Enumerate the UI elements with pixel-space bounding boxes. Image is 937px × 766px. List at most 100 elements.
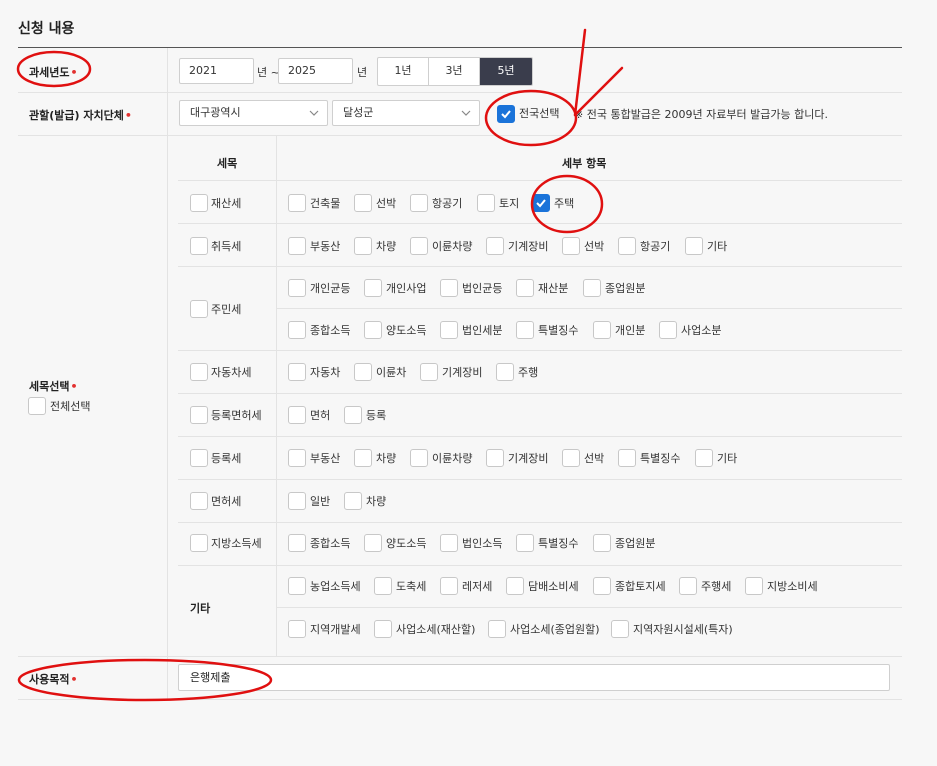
item-checkbox[interactable] — [486, 237, 504, 255]
item-checkbox[interactable] — [288, 237, 306, 255]
item-checkbox[interactable] — [593, 577, 611, 595]
item-label: 레저세 — [462, 580, 493, 593]
purpose-input[interactable]: 은행제출 — [178, 664, 890, 691]
item-label: 개인균등 — [310, 282, 351, 295]
district-select[interactable]: 달성군 — [332, 100, 480, 126]
item-checkbox[interactable] — [516, 279, 534, 297]
row-divider — [18, 92, 902, 93]
item-checkbox[interactable] — [374, 577, 392, 595]
inner-row-divider — [178, 565, 902, 566]
item-checkbox[interactable] — [562, 449, 580, 467]
item-label: 개인분 — [615, 324, 646, 337]
item-checkbox[interactable] — [374, 620, 392, 638]
item-checkbox[interactable] — [288, 363, 306, 381]
range-3y-button[interactable]: 3년 — [429, 58, 480, 85]
tax-checkbox-registration[interactable] — [190, 449, 208, 467]
item-checkbox[interactable] — [288, 279, 306, 297]
item-checkbox[interactable] — [410, 237, 428, 255]
item-label: 주택 — [554, 197, 575, 210]
select-all-checkbox[interactable] — [28, 397, 46, 415]
district-select-value: 달성군 — [343, 106, 374, 119]
city-select[interactable]: 대구광역시 — [179, 100, 328, 126]
chevron-down-icon — [461, 110, 471, 116]
item-checkbox[interactable] — [288, 620, 306, 638]
year-range-group: 1년 3년 5년 — [377, 57, 533, 86]
item-checkbox[interactable] — [344, 492, 362, 510]
item-checkbox[interactable] — [745, 577, 763, 595]
item-label: 기타 — [707, 240, 728, 253]
item-checkbox[interactable] — [440, 321, 458, 339]
item-checkbox[interactable] — [420, 363, 438, 381]
item-checkbox[interactable] — [288, 577, 306, 595]
item-checkbox[interactable] — [440, 279, 458, 297]
title-divider — [18, 47, 902, 48]
item-label: 면허 — [310, 409, 331, 422]
item-checkbox[interactable] — [288, 406, 306, 424]
tax-checkbox-license[interactable] — [190, 492, 208, 510]
item-checkbox[interactable] — [695, 449, 713, 467]
item-checkbox[interactable] — [477, 194, 495, 212]
item-checkbox[interactable] — [488, 620, 506, 638]
range-5y-button[interactable]: 5년 — [480, 58, 532, 85]
item-checkbox[interactable] — [506, 577, 524, 595]
nationwide-checkbox[interactable] — [497, 105, 515, 123]
item-checkbox[interactable] — [288, 534, 306, 552]
select-all-label: 전체선택 — [50, 400, 91, 413]
year-from-input[interactable]: 2021 — [179, 58, 254, 84]
item-checkbox[interactable] — [354, 449, 372, 467]
item-checkbox[interactable] — [679, 577, 697, 595]
item-checkbox[interactable] — [364, 279, 382, 297]
tax-checkbox-acquisition[interactable] — [190, 237, 208, 255]
item-checkbox[interactable] — [344, 406, 362, 424]
tax-column-header: 세목 — [217, 157, 238, 170]
item-label: 항공기 — [432, 197, 463, 210]
item-checkbox[interactable] — [364, 534, 382, 552]
item-label: 자동차 — [310, 366, 341, 379]
item-checkbox[interactable] — [593, 321, 611, 339]
item-checkbox[interactable] — [354, 194, 372, 212]
item-checkbox[interactable] — [288, 321, 306, 339]
tax-items-label: 세목선택• — [29, 380, 78, 393]
item-checkbox[interactable] — [440, 577, 458, 595]
inner-row-divider — [178, 180, 902, 181]
year-to-input[interactable]: 2025 — [278, 58, 353, 84]
item-checkbox[interactable] — [562, 237, 580, 255]
item-label: 법인세분 — [462, 324, 503, 337]
item-checkbox[interactable] — [659, 321, 677, 339]
item-label: 항공기 — [640, 240, 671, 253]
tax-label-registration: 등록세 — [211, 452, 242, 465]
item-label: 기타 — [717, 452, 738, 465]
item-checkbox[interactable] — [364, 321, 382, 339]
item-checkbox[interactable] — [685, 237, 703, 255]
label-column-divider — [167, 48, 168, 699]
tax-checkbox-registration-license[interactable] — [190, 406, 208, 424]
tax-checkbox-local-income[interactable] — [190, 534, 208, 552]
tax-checkbox-vehicle[interactable] — [190, 363, 208, 381]
item-checkbox[interactable] — [496, 363, 514, 381]
item-checkbox[interactable] — [516, 321, 534, 339]
item-checkbox[interactable] — [618, 449, 636, 467]
tax-checkbox-property[interactable] — [190, 194, 208, 212]
range-1y-button[interactable]: 1년 — [378, 58, 429, 85]
year-from-suffix: 년 ~ — [257, 66, 280, 79]
item-checkbox[interactable] — [593, 534, 611, 552]
item-checkbox[interactable] — [486, 449, 504, 467]
chevron-down-icon — [309, 110, 319, 116]
item-label: 지방소비세 — [767, 580, 818, 593]
item-checkbox[interactable] — [583, 279, 601, 297]
item-checkbox[interactable] — [288, 492, 306, 510]
item-checkbox[interactable] — [354, 363, 372, 381]
item-checkbox[interactable] — [410, 449, 428, 467]
item-label: 농업소득세 — [310, 580, 361, 593]
item-checkbox[interactable] — [618, 237, 636, 255]
item-checkbox[interactable] — [440, 534, 458, 552]
item-label: 종업원분 — [605, 282, 646, 295]
item-checkbox[interactable] — [354, 237, 372, 255]
item-checkbox[interactable] — [611, 620, 629, 638]
item-checkbox-housing[interactable] — [532, 194, 550, 212]
item-checkbox[interactable] — [516, 534, 534, 552]
item-checkbox[interactable] — [410, 194, 428, 212]
tax-checkbox-resident[interactable] — [190, 300, 208, 318]
item-checkbox[interactable] — [288, 449, 306, 467]
item-checkbox[interactable] — [288, 194, 306, 212]
